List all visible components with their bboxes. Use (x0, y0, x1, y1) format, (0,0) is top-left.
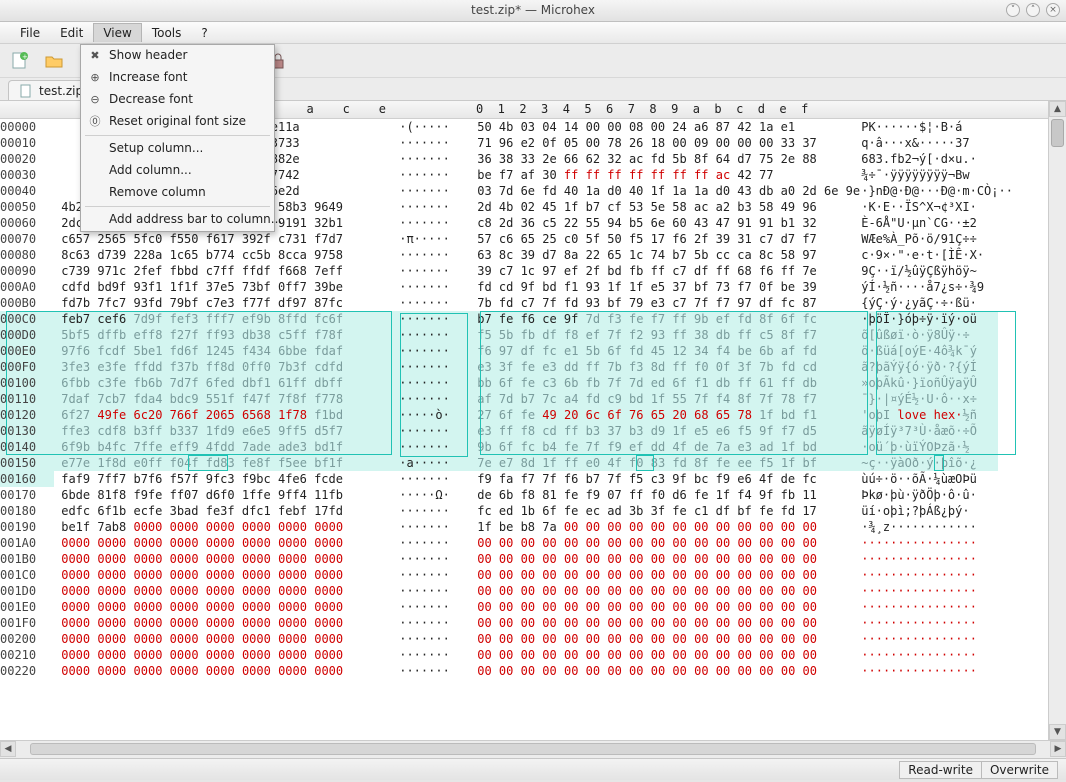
hex-row[interactable]: 000E0 97f6 fcdf 5be1 fd6f 1245 f434 6bbe… (0, 343, 1048, 359)
open-file-button[interactable] (42, 49, 66, 73)
hscroll-thumb[interactable] (30, 743, 1036, 755)
close-button[interactable]: × (1046, 3, 1060, 17)
hex-row[interactable]: 00220 0000 0000 0000 0000 0000 0000 0000… (0, 663, 1048, 679)
hex-row[interactable]: 00090 c739 971c 2fef fbbd c7ff ffdf f668… (0, 263, 1048, 279)
hex-row[interactable]: 00100 6fbb c3fe fb6b 7d7f 6fed dbf1 61ff… (0, 375, 1048, 391)
hex-row[interactable]: 000B0 fd7b 7fc7 93fd 79bf c7e3 f77f df97… (0, 295, 1048, 311)
hex-row[interactable]: 000D0 5bf5 dffb eff8 f27f ff93 db38 c5ff… (0, 327, 1048, 343)
hex-row[interactable]: 001D0 0000 0000 0000 0000 0000 0000 0000… (0, 583, 1048, 599)
hex-row[interactable]: 00150 e77e 1f8d e0ff f04f fd83 fe8f f5ee… (0, 455, 1048, 471)
hex-row[interactable]: 00200 0000 0000 0000 0000 0000 0000 0000… (0, 631, 1048, 647)
menu-separator (85, 135, 270, 136)
menu-increase-font[interactable]: ⊕Increase font (81, 67, 274, 89)
menu-file[interactable]: File (10, 23, 50, 43)
menu-reset-font[interactable]: ⓪Reset original font size (81, 111, 274, 133)
vertical-scrollbar[interactable]: ▲ ▼ (1048, 101, 1066, 740)
hex-row[interactable]: 001E0 0000 0000 0000 0000 0000 0000 0000… (0, 599, 1048, 615)
hex-row[interactable]: 001C0 0000 0000 0000 0000 0000 0000 0000… (0, 567, 1048, 583)
titlebar: test.zip* — Microhex ˅ ˄ × (0, 0, 1066, 22)
menu-separator (85, 206, 270, 207)
close-x-icon: ✖ (87, 48, 103, 64)
hex-row[interactable]: 00070 c657 2565 5fc0 f550 f617 392f c731… (0, 231, 1048, 247)
hex-row[interactable]: 00170 6bde 81f8 f9fe ff07 d6f0 1ffe 9ff4… (0, 487, 1048, 503)
hex-row[interactable]: 000A0 cdfd bd9f 93f1 1f1f 37e5 73bf 0ff7… (0, 279, 1048, 295)
hex-row[interactable]: 00160 faf9 7ff7 b7f6 f57f 9fc3 f9bc 4fe6… (0, 471, 1048, 487)
hex-row[interactable]: 00140 6f9b b4fc 7ffe eff9 4fdd 7ade ade3… (0, 439, 1048, 455)
status-readwrite: Read-write (899, 761, 982, 779)
scroll-down-arrow[interactable]: ▼ (1049, 724, 1066, 740)
hex-row[interactable]: 00120 6f27 49fe 6c20 766f 2065 6568 1f78… (0, 407, 1048, 423)
statusbar: Read-write Overwrite (0, 758, 1066, 780)
zoom-in-icon: ⊕ (87, 70, 103, 86)
menu-decrease-font[interactable]: ⊖Decrease font (81, 89, 274, 111)
horizontal-scrollbar[interactable]: ◀ ▶ (0, 740, 1066, 758)
hex-row[interactable]: 00190 be1f 7ab8 0000 0000 0000 0000 0000… (0, 519, 1048, 535)
svg-text:+: + (22, 53, 28, 61)
hex-row[interactable]: 00210 0000 0000 0000 0000 0000 0000 0000… (0, 647, 1048, 663)
menu-add-address-bar[interactable]: Add address bar to column... (81, 209, 274, 231)
menu-remove-column[interactable]: Remove column (81, 182, 274, 204)
menu-setup-column[interactable]: Setup column... (81, 138, 274, 160)
menu-view[interactable]: View (93, 23, 141, 42)
file-new-icon: + (10, 51, 30, 71)
menu-tools[interactable]: Tools (142, 23, 192, 43)
view-menu-dropdown: ✖Show header ⊕Increase font ⊖Decrease fo… (80, 44, 275, 232)
maximize-button[interactable]: ˄ (1026, 3, 1040, 17)
menu-add-column[interactable]: Add column... (81, 160, 274, 182)
hex-row[interactable]: 000F0 3fe3 e3fe ffdd f37b ff8d 0ff0 7b3f… (0, 359, 1048, 375)
status-overwrite: Overwrite (981, 761, 1058, 779)
scroll-thumb[interactable] (1051, 119, 1064, 147)
menu-edit[interactable]: Edit (50, 23, 93, 43)
menu-show-header[interactable]: ✖Show header (81, 45, 274, 67)
zoom-reset-icon: ⓪ (87, 114, 103, 130)
folder-open-icon (44, 51, 64, 71)
minimize-button[interactable]: ˅ (1006, 3, 1020, 17)
hex-row[interactable]: 00110 7daf 7cb7 fda4 bdc9 551f f47f 7f8f… (0, 391, 1048, 407)
hex-row[interactable]: 000C0 feb7 cef6 7d9f fef3 fff7 ef9b 8ffd… (0, 311, 1048, 327)
window-title: test.zip* — Microhex (471, 3, 595, 17)
new-file-button[interactable]: + (8, 49, 32, 73)
hex-row[interactable]: 00130 ffe3 cdf8 b3ff b337 1fd9 e6e5 9ff5… (0, 423, 1048, 439)
zoom-out-icon: ⊖ (87, 92, 103, 108)
scroll-left-arrow[interactable]: ◀ (0, 741, 16, 757)
menu-help[interactable]: ? (191, 23, 217, 43)
scroll-up-arrow[interactable]: ▲ (1049, 101, 1066, 117)
hex-row[interactable]: 001B0 0000 0000 0000 0000 0000 0000 0000… (0, 551, 1048, 567)
scroll-right-arrow[interactable]: ▶ (1050, 741, 1066, 757)
hex-row[interactable]: 001A0 0000 0000 0000 0000 0000 0000 0000… (0, 535, 1048, 551)
hex-row[interactable]: 001F0 0000 0000 0000 0000 0000 0000 0000… (0, 615, 1048, 631)
hex-row[interactable]: 00080 8c63 d739 228a 1c65 b774 cc5b 8cca… (0, 247, 1048, 263)
document-icon (19, 84, 33, 98)
menubar: File Edit View Tools ? (0, 22, 1066, 44)
hex-row[interactable]: 00180 edfc 6f1b ecfe 3bad fe3f dfc1 febf… (0, 503, 1048, 519)
